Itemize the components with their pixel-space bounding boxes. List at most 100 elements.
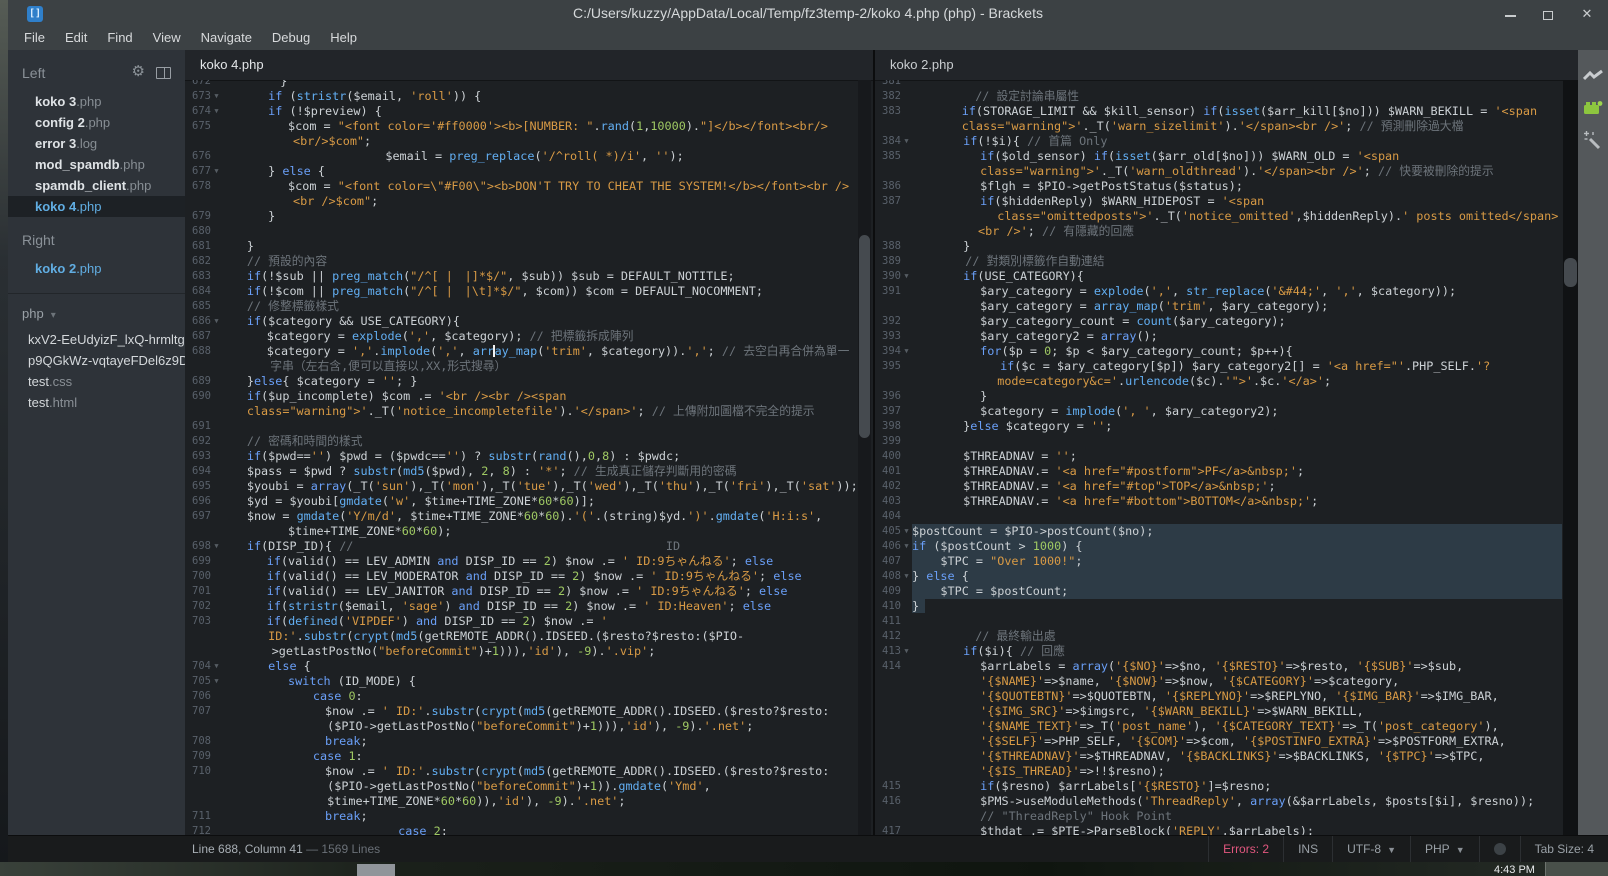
code-row[interactable]: 398}else $category = ''; — [875, 419, 1562, 434]
fold-arrow-icon[interactable]: ▼ — [211, 164, 222, 179]
code-row[interactable]: 415if($resno) $arrLabels['{$RESTO}']=$re… — [875, 779, 1562, 794]
code-row[interactable]: <br />'; // 有隱藏的回應 — [875, 224, 1562, 239]
code-row[interactable]: 393$ary_category2 = array(); — [875, 329, 1562, 344]
scrollbar-thumb[interactable] — [1564, 258, 1577, 287]
fold-arrow-icon[interactable]: ▼ — [211, 89, 222, 104]
code-row[interactable]: '{$THREADNAV}'=>$THREADNAV, '{$BACKLINKS… — [875, 749, 1562, 764]
code-row[interactable]: 382// 設定討論串屬性 — [875, 89, 1562, 104]
code-row[interactable]: 401$THREADNAV.= '<a href="#postform">PF<… — [875, 464, 1562, 479]
code-row[interactable]: <br/>$com"; — [185, 134, 857, 149]
code-row[interactable]: 383if(STORAGE_LIMIT && $kill_sensor) if(… — [875, 104, 1562, 119]
code-row[interactable]: '{$IMG_SRC}'=>$imgsrc, '{$WARN_BEKILL}'=… — [875, 704, 1562, 719]
scrollbar-thumb[interactable] — [859, 235, 870, 438]
code-row[interactable]: 397$category = implode(', ', $ary_catego… — [875, 404, 1562, 419]
fold-arrow-icon[interactable]: ▼ — [211, 674, 222, 689]
code-row[interactable]: ($PIO->getLastPostNo("beforeCommit")+1))… — [185, 719, 857, 734]
live-preview-icon[interactable] — [1582, 66, 1604, 86]
code-row[interactable]: '{$IS_THREAD}'=>!!$resno); — [875, 764, 1562, 779]
code-row[interactable]: 699if(valid() == LEV_ADMIN and DISP_ID =… — [185, 554, 857, 569]
code-row[interactable]: 684if(!$com || preg_match("/^[ | |\t]*$/… — [185, 284, 857, 299]
errors-indicator[interactable]: Errors: 2 — [1208, 836, 1283, 862]
menu-item-help[interactable]: Help — [320, 28, 367, 50]
menu-item-find[interactable]: Find — [97, 28, 142, 50]
code-editor-left[interactable]: 672}673▼if (stristr($email, 'roll')) {67… — [185, 80, 857, 836]
file-koko-4-php[interactable]: koko 4.php — [8, 196, 185, 217]
code-row[interactable]: 674▼if (!$preview) { — [185, 104, 857, 119]
code-row[interactable]: 689}else{ $category = ''; } — [185, 374, 857, 389]
code-row[interactable]: 711break; — [185, 809, 857, 824]
code-row[interactable]: 406▼if ($postCount > 1000) { — [875, 539, 1562, 554]
code-row[interactable]: 697$now = gmdate('Y/m/d', $time+TIME_ZON… — [185, 509, 857, 524]
fold-arrow-icon[interactable]: ▼ — [901, 134, 912, 149]
code-row[interactable]: 390▼if(USE_CATEGORY){ — [875, 269, 1562, 284]
pane-left-filename[interactable]: koko 4.php — [185, 50, 873, 81]
code-row[interactable]: 696$yd = $youbi[gmdate('w', $time+TIME_Z… — [185, 494, 857, 509]
code-row[interactable]: 694$pass = $pwd ? substr(md5($pwd), 2, 8… — [185, 464, 857, 479]
code-row[interactable]: class="warning">'._T('notice_incompletef… — [185, 404, 857, 419]
code-row[interactable]: 708break; — [185, 734, 857, 749]
code-row[interactable]: $time+TIME_ZONE*60*60); — [185, 524, 857, 539]
code-row[interactable]: 412// 最終輸出處 — [875, 629, 1562, 644]
code-row[interactable]: 682// 預設的內容 — [185, 254, 857, 269]
code-row[interactable]: // "ThreadReply" Hook Point — [875, 809, 1562, 824]
code-row[interactable]: 693if($pwd=='') $pwd = ($pwdc=='') ? sub… — [185, 449, 857, 464]
menu-item-debug[interactable]: Debug — [262, 28, 320, 50]
code-row[interactable]: 677▼} else { — [185, 164, 857, 179]
file-koko-2-php[interactable]: koko 2.php — [8, 258, 185, 279]
file-spamdb_client-php[interactable]: spamdb_client.php — [8, 175, 185, 196]
code-row[interactable]: 700if(valid() == LEV_MODERATOR and DISP_… — [185, 569, 857, 584]
restore-button[interactable] — [1542, 7, 1556, 21]
code-row[interactable]: '{$QUOTEBTN}'=>$QUOTEBTN, '{$REPLYNO}'=>… — [875, 689, 1562, 704]
code-row[interactable]: 705▼switch (ID_MODE) { — [185, 674, 857, 689]
code-row[interactable]: 404 — [875, 509, 1562, 524]
code-row[interactable]: 709case 1: — [185, 749, 857, 764]
code-row[interactable]: >getLastPostNo("beforeCommit")+1))),'id'… — [185, 644, 857, 659]
menu-item-file[interactable]: File — [14, 28, 55, 50]
code-row[interactable]: 678$com = "<font color=\"#F00\"><b>DON'T… — [185, 179, 857, 194]
fold-arrow-icon[interactable]: ▼ — [901, 539, 912, 554]
encoding-select[interactable]: UTF-8▼ — [1332, 836, 1410, 862]
code-row[interactable]: 690if($up_incomplete) $com .= '<br /><br… — [185, 389, 857, 404]
code-row[interactable]: 691 — [185, 419, 857, 434]
code-row[interactable]: 387if($hiddenReply) $WARN_HIDEPOST = '<s… — [875, 194, 1562, 209]
code-row[interactable]: 683if(!$sub || preg_match("/^[ | |]*$/",… — [185, 269, 857, 284]
split-view-icon[interactable] — [156, 67, 171, 79]
code-row[interactable]: 414$arrLabels = array('{$NO}'=>$no, '{$R… — [875, 659, 1562, 674]
lint-status[interactable] — [1479, 836, 1520, 862]
code-row[interactable]: 411 — [875, 614, 1562, 629]
code-row[interactable]: 698▼if(DISP_ID){ // ID — [185, 539, 857, 554]
fold-arrow-icon[interactable]: ▼ — [211, 659, 222, 674]
code-row[interactable]: 686▼if($category && USE_CATEGORY){ — [185, 314, 857, 329]
overwrite-indicator[interactable]: INS — [1283, 836, 1332, 862]
code-row[interactable]: 392$ary_category_count = count($ary_cate… — [875, 314, 1562, 329]
code-row[interactable]: 389// 對類別標籤作自動連結 — [875, 254, 1562, 269]
code-row[interactable]: $ary_category = array_map('trim', $ary_c… — [875, 299, 1562, 314]
fold-arrow-icon[interactable]: ▼ — [211, 104, 222, 119]
extension-manager-icon[interactable] — [1582, 98, 1604, 118]
code-row[interactable]: $time+TIME_ZONE*60*60)),'id'), -9).'.net… — [185, 794, 857, 809]
menu-item-navigate[interactable]: Navigate — [191, 28, 262, 50]
code-row[interactable]: <br />$com"; — [185, 194, 857, 209]
code-row[interactable]: '{$NAME}'=>$name, '{$NOW}'=>$now, '{$CAT… — [875, 674, 1562, 689]
code-row[interactable]: 385if($old_sensor) if(isset($arr_old[$no… — [875, 149, 1562, 164]
fold-arrow-icon[interactable]: ▼ — [901, 569, 912, 584]
code-row[interactable]: 408▼} else { — [875, 569, 1562, 584]
code-row[interactable]: ($PIO->getLastPostNo("beforeCommit")+1))… — [185, 779, 857, 794]
code-row[interactable]: 676$email = preg_replace('/^roll( *)/i',… — [185, 149, 857, 164]
menu-item-edit[interactable]: Edit — [55, 28, 97, 50]
fold-arrow-icon[interactable]: ▼ — [901, 644, 912, 659]
code-row[interactable]: 384▼if(!$i){ // 首篇 Only — [875, 134, 1562, 149]
file-config-2-php[interactable]: config 2.php — [8, 112, 185, 133]
gear-icon[interactable]: ⚙ — [132, 64, 145, 79]
code-row[interactable]: 704▼else { — [185, 659, 857, 674]
code-row[interactable]: 402$THREADNAV.= '<a href="#top">TOP</a>&… — [875, 479, 1562, 494]
code-editor-right[interactable]: 381382// 設定討論串屬性383if(STORAGE_LIMIT && $… — [875, 80, 1562, 836]
code-row[interactable]: mode=category&c='.urlencode($c).'">'.$c.… — [875, 374, 1562, 389]
code-row[interactable]: '{$NAME_TEXT}'=>_T('post_name'), '{$CATE… — [875, 719, 1562, 734]
code-row[interactable]: 391$ary_category = explode(',', str_repl… — [875, 284, 1562, 299]
file-kxv2-eeudyizf_lxq-hrmltgp[interactable]: kxV2-EeUdyizF_lxQ-hrmltgp — [8, 329, 185, 350]
file-test-html[interactable]: test.html — [8, 392, 185, 413]
code-row[interactable]: 703if(defined('VIPDEF') and DISP_ID == 2… — [185, 614, 857, 629]
magic-wand-icon[interactable] — [1582, 130, 1604, 150]
code-row[interactable]: 409$TPC = $postCount; — [875, 584, 1562, 599]
